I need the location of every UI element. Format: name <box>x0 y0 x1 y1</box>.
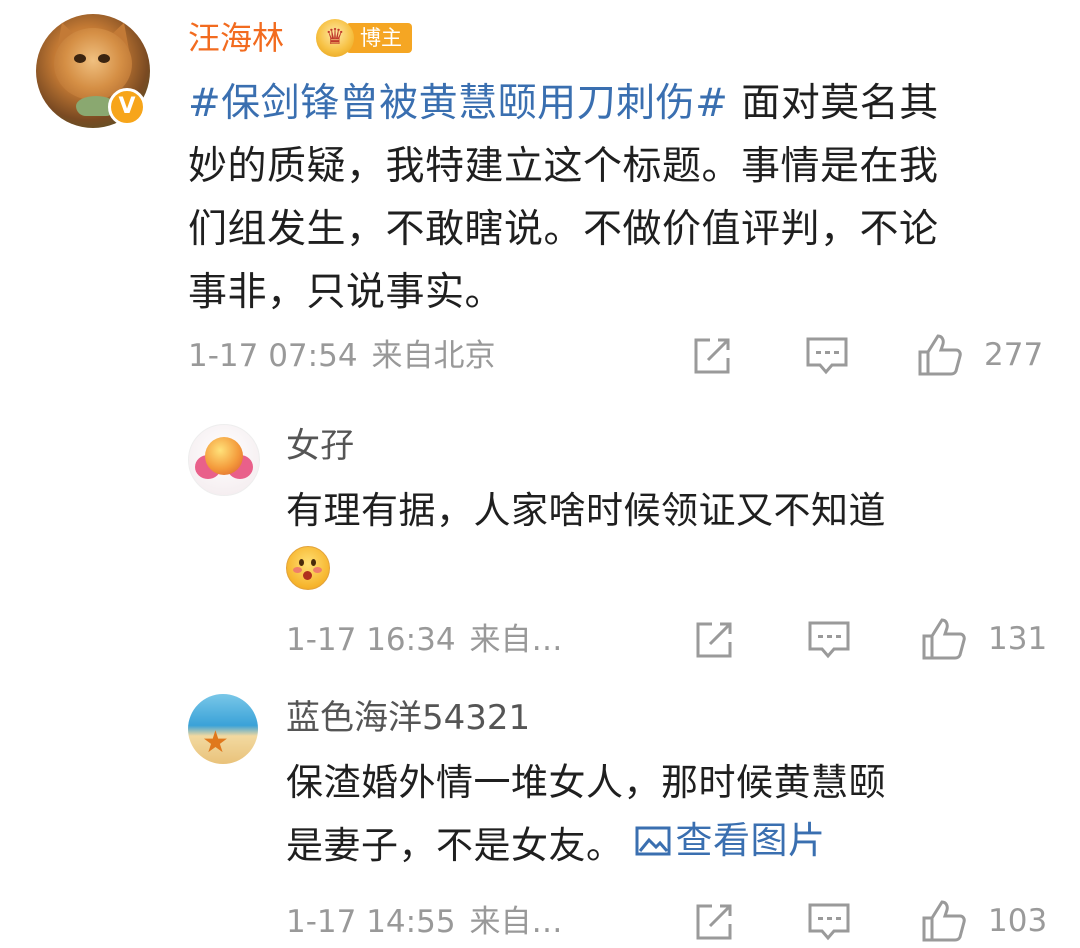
verified-v-icon: V <box>108 88 146 126</box>
post-timestamp: 1-17 07:54 <box>188 338 358 374</box>
comment-text-line: 是妻子，不是女友。 <box>286 824 624 867</box>
share-button[interactable] <box>690 334 734 378</box>
emoji-eye <box>311 559 316 566</box>
commenter-avatar[interactable] <box>188 424 260 496</box>
comment-text: 有理有据，人家啥时候领证又不知道 <box>286 489 886 532</box>
crown-icon: ♛ <box>316 19 354 57</box>
view-picture-link[interactable]: 查看图片 <box>634 812 826 870</box>
view-picture-label: 查看图片 <box>675 819 826 862</box>
share-icon <box>696 904 732 940</box>
like-button[interactable]: 277 <box>916 332 1043 378</box>
share-button[interactable] <box>692 618 736 662</box>
like-button[interactable]: 131 <box>920 616 1047 662</box>
author-name[interactable]: 汪海林 <box>188 16 284 60</box>
emoji-eye <box>299 559 304 566</box>
comment-meta: 1-17 16:34 来自… <box>286 620 563 660</box>
comment-location[interactable]: 来自… <box>470 622 563 658</box>
thumbs-up-icon <box>918 334 962 376</box>
emoji-cheek <box>313 567 322 573</box>
comment-icon <box>806 337 848 375</box>
emoji-cheek <box>293 567 302 573</box>
like-button[interactable]: 103 <box>920 898 1047 944</box>
comment-text: 保渣婚外情一堆女人，那时候黄慧颐 是妻子，不是女友。 查看图片 <box>286 754 886 875</box>
commenter-avatar[interactable]: ★ <box>188 694 258 764</box>
avatar-eye <box>98 54 110 63</box>
post-body-line: 事非，只说事实。 <box>188 270 505 315</box>
comment-button[interactable] <box>806 618 852 662</box>
comment-location[interactable]: 来自… <box>470 904 563 940</box>
avatar-decoration <box>205 437 243 475</box>
comment-button[interactable] <box>806 900 852 944</box>
share-icon <box>696 622 732 658</box>
commenter-name[interactable]: 女孖 <box>286 424 354 468</box>
starfish-icon: ★ <box>202 725 229 760</box>
thumbs-up-icon <box>922 618 966 660</box>
hashtag-link[interactable]: #保剑锋曾被黄慧颐用刀刺伤# <box>188 81 728 126</box>
comment-button[interactable] <box>804 334 850 378</box>
comment-meta: 1-17 14:55 来自… <box>286 902 563 942</box>
comment-timestamp: 1-17 14:55 <box>286 904 456 940</box>
post-meta: 1-17 07:54 来自北京 <box>188 336 496 376</box>
blush-emoji-icon <box>286 546 330 590</box>
comment-text-line: 保渣婚外情一堆女人，那时候黄慧颐 <box>286 761 886 804</box>
post-body: #保剑锋曾被黄慧颐用刀刺伤# 面对莫名其 妙的质疑，我特建立这个标题。事情是在我… <box>188 72 1048 324</box>
badge-label: 博主 <box>346 23 412 53</box>
comment-timestamp: 1-17 16:34 <box>286 622 456 658</box>
like-count: 131 <box>988 621 1048 657</box>
share-icon <box>694 338 730 374</box>
avatar-eye <box>74 54 86 63</box>
post-location: 来自北京 <box>371 338 496 374</box>
post-body-line: 妙的质疑，我特建立这个标题。事情是在我 <box>188 144 939 189</box>
comment-icon <box>808 621 850 659</box>
like-count: 103 <box>988 903 1048 939</box>
image-icon <box>635 826 670 856</box>
comment-icon <box>808 903 850 941</box>
emoji-mouth <box>303 571 312 580</box>
thumbs-up-icon <box>922 900 966 942</box>
commenter-name[interactable]: 蓝色海洋54321 <box>286 696 530 740</box>
post-body-line: 们组发生，不敢瞎说。不做价值评判，不论 <box>188 207 939 252</box>
like-count: 277 <box>984 337 1044 373</box>
blogger-badge[interactable]: ♛ 博主 <box>316 18 412 58</box>
post-body-line: 面对莫名其 <box>728 81 939 126</box>
share-button[interactable] <box>692 900 736 944</box>
